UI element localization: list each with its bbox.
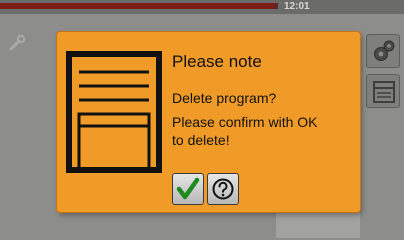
settings-button[interactable]: [366, 34, 400, 68]
ok-button[interactable]: [172, 173, 204, 205]
confirm-delete-dialog: Please note Delete program? Please confi…: [57, 32, 360, 212]
program-list-button[interactable]: [366, 74, 400, 108]
clock: 12:01: [284, 1, 310, 12]
status-bar: 12:01: [0, 0, 404, 14]
checkmark-icon: [176, 177, 200, 200]
help-button[interactable]: [207, 173, 239, 205]
dialog-message-instruction: Please confirm with OK: [172, 114, 318, 130]
question-mark-icon: [212, 178, 234, 200]
dialog-message-question: Delete program?: [172, 90, 277, 106]
door-panel-icon: [66, 51, 162, 173]
dialog-message-instruction-cont: to delete!: [172, 132, 230, 148]
progress-bar: [0, 3, 275, 9]
dialog-title: Please note: [172, 52, 262, 71]
wrench-icon: [9, 34, 26, 51]
settings-gears-icon: [374, 40, 395, 61]
document-list-icon: [373, 81, 395, 103]
